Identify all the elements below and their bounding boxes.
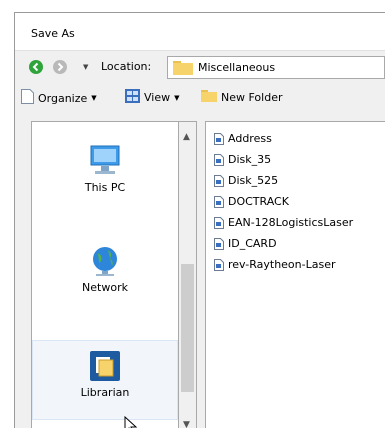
organize-label: Organize: [38, 91, 88, 105]
file-icon: [214, 258, 224, 271]
scroll-up-icon[interactable]: ▲: [183, 132, 190, 142]
network-globe-icon: [88, 244, 122, 281]
toolbar: Organize ▼ View ▼ New Folder: [15, 85, 385, 109]
new-folder-button[interactable]: New Folder: [201, 89, 282, 105]
file-icon: [214, 237, 224, 250]
view-menu[interactable]: View ▼: [125, 89, 180, 106]
view-label: View: [144, 91, 171, 104]
location-field[interactable]: Miscellaneous: [167, 56, 385, 79]
file-list: Address Disk_35 Disk_525 DOCTRACK EAN-128Log…: [205, 121, 385, 428]
file-name: Address: [228, 132, 272, 145]
file-item[interactable]: ID_CARD: [214, 237, 277, 250]
file-item[interactable]: Address: [214, 132, 272, 145]
view-grid-icon: [125, 89, 140, 106]
new-folder-icon: [201, 89, 217, 105]
file-name: ID_CARD: [228, 237, 277, 250]
place-label-network: Network: [82, 281, 128, 294]
view-dropdown-icon: ▼: [174, 93, 180, 102]
file-icon: [214, 216, 224, 229]
title-bar: Save As: [15, 13, 385, 51]
file-name: EAN-128LogisticsLaser: [228, 216, 354, 229]
file-icon: [214, 174, 224, 187]
file-item[interactable]: DOCTRACK: [214, 195, 289, 208]
file-item[interactable]: Disk_35: [214, 153, 271, 166]
file-icon: [214, 195, 224, 208]
librarian-icon: [90, 351, 120, 384]
forward-arrow-icon[interactable]: [53, 60, 67, 74]
mouse-cursor-icon: [124, 415, 138, 428]
location-bar: ▼ Location: Miscellaneous: [15, 53, 385, 81]
new-folder-label: New Folder: [221, 90, 283, 104]
place-label-librarian: Librarian: [80, 386, 130, 399]
organize-icon: [21, 89, 34, 107]
file-item[interactable]: Disk_525: [214, 174, 278, 187]
location-value: Miscellaneous: [198, 61, 276, 74]
file-icon: [214, 153, 224, 166]
file-item[interactable]: EAN-128LogisticsLaser: [214, 216, 353, 229]
location-label: Location:: [101, 60, 152, 73]
file-name: Disk_35: [228, 153, 272, 166]
places-bar: This PC Network Librarian: [31, 121, 179, 428]
back-arrow-icon[interactable]: [29, 60, 43, 74]
place-librarian[interactable]: Librarian: [32, 340, 178, 420]
places-scrollbar[interactable]: ▲ ▼: [179, 121, 197, 428]
window-title: Save As: [31, 27, 75, 40]
file-icon: [214, 132, 224, 145]
place-this-pc[interactable]: This PC: [32, 144, 178, 214]
organize-dropdown-icon: ▼: [91, 94, 97, 102]
file-item[interactable]: rev-Raytheon-Laser: [214, 258, 336, 271]
place-label-this-pc: This PC: [84, 181, 126, 194]
scroll-thumb[interactable]: [181, 264, 194, 392]
file-name: rev-Raytheon-Laser: [228, 258, 336, 271]
scroll-down-icon[interactable]: ▼: [183, 420, 190, 428]
file-name: DOCTRACK: [228, 195, 289, 208]
place-network[interactable]: Network: [32, 244, 178, 314]
history-dropdown-icon[interactable]: ▼: [83, 63, 88, 71]
folder-icon: [173, 60, 193, 78]
save-as-dialog: Save As ▼ Location: Miscellaneous Organi…: [14, 12, 385, 428]
organize-menu[interactable]: Organize ▼: [21, 89, 97, 107]
file-name: Disk_525: [228, 174, 279, 187]
computer-icon: [89, 144, 121, 181]
